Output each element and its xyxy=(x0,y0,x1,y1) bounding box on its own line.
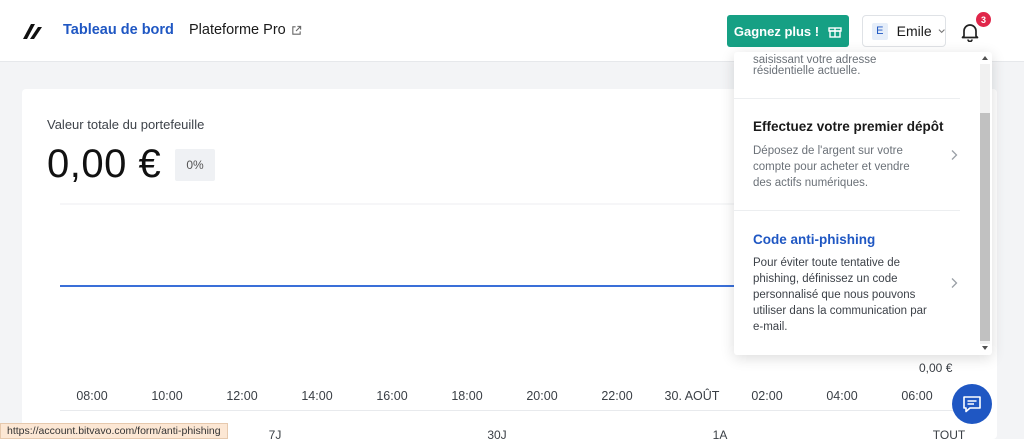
user-menu-button[interactable]: E Emile xyxy=(862,15,946,47)
scrollbar-thumb[interactable] xyxy=(980,113,990,341)
x-tick-label: 02:00 xyxy=(751,389,783,403)
nav-pro-label: Plateforme Pro xyxy=(189,22,286,38)
task-anti-phishing-title: Code anti-phishing xyxy=(753,232,876,247)
range-divider xyxy=(60,410,965,411)
x-tick-label: 06:00 xyxy=(901,389,933,403)
x-tick-label: 04:00 xyxy=(826,389,858,403)
task-anti-phishing-line3: personnalisé que nous pouvons xyxy=(753,289,916,301)
task-anti-phishing-line5: e-mail. xyxy=(753,321,788,333)
bell-icon[interactable] xyxy=(961,22,979,42)
chevron-right-icon xyxy=(951,150,958,160)
task-first-deposit-line2: compte pour acheter et vendre xyxy=(753,161,910,173)
x-tick-label: 20:00 xyxy=(526,389,558,403)
range-1y[interactable]: 1A xyxy=(713,428,728,439)
scrollbar-up-arrow[interactable] xyxy=(979,53,991,63)
x-tick-label: 10:00 xyxy=(151,389,183,403)
status-bar-url: https://account.bitvavo.com/form/anti-ph… xyxy=(0,423,228,439)
chevron-down-icon xyxy=(938,29,945,34)
external-link-icon xyxy=(292,25,301,35)
task-address-text-line2: résidentielle actuelle. xyxy=(753,65,861,77)
earn-more-label: Gagnez plus ! xyxy=(733,23,820,39)
task-first-deposit-line3: des actifs numériques. xyxy=(753,177,869,189)
task-anti-phishing-line4: utiliser dans la communication par xyxy=(753,305,927,317)
y-tick-label: 0,00 € xyxy=(919,361,953,375)
brand-logo-icon[interactable] xyxy=(22,22,46,40)
task-anti-phishing-line1: Pour éviter toute tentative de xyxy=(753,257,901,269)
x-tick-label: 16:00 xyxy=(376,389,408,403)
user-name: Emile xyxy=(896,23,932,39)
task-first-deposit-title: Effectuez votre premier dépôt xyxy=(753,119,944,134)
chat-support-button[interactable] xyxy=(952,384,992,424)
x-tick-label: 08:00 xyxy=(76,389,108,403)
task-first-deposit-line1: Déposez de l'argent sur votre xyxy=(753,145,903,157)
x-tick-label: 30. AOÛT xyxy=(664,389,720,403)
nav-dashboard-link[interactable]: Tableau de bord xyxy=(63,22,174,38)
chevron-right-icon xyxy=(951,278,958,288)
panel-divider xyxy=(734,210,960,211)
x-tick-label: 18:00 xyxy=(451,389,483,403)
x-tick-label: 22:00 xyxy=(601,389,633,403)
earn-more-button[interactable]: Gagnez plus ! xyxy=(727,15,849,47)
panel-divider xyxy=(734,98,960,99)
task-anti-phishing-line2: phishing, définissez un code xyxy=(753,273,898,285)
gift-icon xyxy=(828,27,842,38)
x-tick-label: 12:00 xyxy=(226,389,258,403)
tasks-dropdown-panel: saisissant votre adresse résidentielle a… xyxy=(734,52,992,355)
user-avatar: E xyxy=(872,22,888,40)
notification-badge: 3 xyxy=(976,12,991,27)
range-all[interactable]: TOUT xyxy=(933,428,965,439)
range-30d[interactable]: 30J xyxy=(487,428,506,439)
chat-icon xyxy=(963,396,981,413)
range-7d[interactable]: 7J xyxy=(269,428,282,439)
x-tick-label: 14:00 xyxy=(301,389,333,403)
nav-pro-platform-link[interactable]: Plateforme Pro xyxy=(189,22,302,38)
scrollbar-down-arrow[interactable] xyxy=(979,343,991,353)
